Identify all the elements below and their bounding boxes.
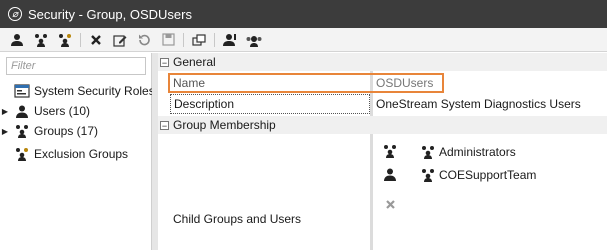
tree-item-users[interactable]: ▶ Users (10) [0,101,90,121]
group-icon [420,144,436,160]
child-groups-label: Child Groups and Users [173,212,302,226]
tree-item-label: Exclusion Groups [34,147,129,161]
filter-input[interactable]: Filter [6,57,146,75]
group-icon [420,167,436,183]
tree-item-label: System Security Roles [34,84,155,98]
member-label: COESupportTeam [439,168,537,182]
member-label: Administrators [439,145,516,159]
expand-arrow-icon[interactable]: ▶ [0,107,10,116]
remove-member-icon[interactable] [382,196,398,212]
add-group-member-icon[interactable] [382,143,398,159]
member-item-administrators[interactable]: Administrators [420,142,516,162]
add-user-member-icon[interactable] [382,166,398,182]
section-title: Group Membership [173,118,276,132]
onestream-logo-icon: ⌀ [8,7,22,21]
tree-item-system-security-roles[interactable]: System Security Roles [0,81,155,101]
exclusion-group-icon [14,146,30,162]
user-assign-icon[interactable] [221,31,239,49]
user-icon [14,103,30,119]
rename-icon[interactable] [111,31,129,49]
toolbar-separator [183,32,184,47]
copy-icon[interactable] [190,31,208,49]
member-item-coesupportteam[interactable]: COESupportTeam [420,165,536,185]
expand-arrow-icon[interactable]: ▶ [0,127,10,136]
section-group-membership[interactable]: − Group Membership [158,116,607,134]
window-title: Security - Group, OSDUsers [28,6,192,22]
toolbar-separator [214,32,215,47]
tree-item-label: Groups (17) [34,124,99,138]
save-icon[interactable] [159,31,177,49]
group-members-icon[interactable] [245,31,263,49]
highlight-box [168,73,444,93]
tree-item-label: Users (10) [34,104,91,118]
description-label: Description [170,94,370,114]
collapse-icon[interactable]: − [160,120,169,130]
collapse-icon[interactable]: − [160,57,169,67]
tree-item-groups[interactable]: ▶ Groups (17) [0,121,98,141]
title-bar: ⌀ Security - Group, OSDUsers [0,0,607,28]
add-user-icon[interactable] [8,31,26,49]
property-grid: − General Name OSDUsers Description OneS… [158,53,607,250]
group-icon [14,123,30,139]
section-title: General [173,55,216,69]
security-tree-pane: Filter System Security Roles ▶ Users (10… [0,53,155,250]
add-group-icon[interactable] [32,31,50,49]
tree-item-exclusion-groups[interactable]: Exclusion Groups [0,144,128,164]
description-value[interactable]: OneStream System Diagnostics Users [373,94,607,114]
undo-icon[interactable] [135,31,153,49]
toolbar-separator [80,32,81,47]
add-exclusion-group-icon[interactable] [56,31,74,49]
section-general[interactable]: − General [158,53,607,71]
delete-icon[interactable] [87,31,105,49]
toolbar [0,28,607,52]
security-roles-icon [14,83,30,99]
